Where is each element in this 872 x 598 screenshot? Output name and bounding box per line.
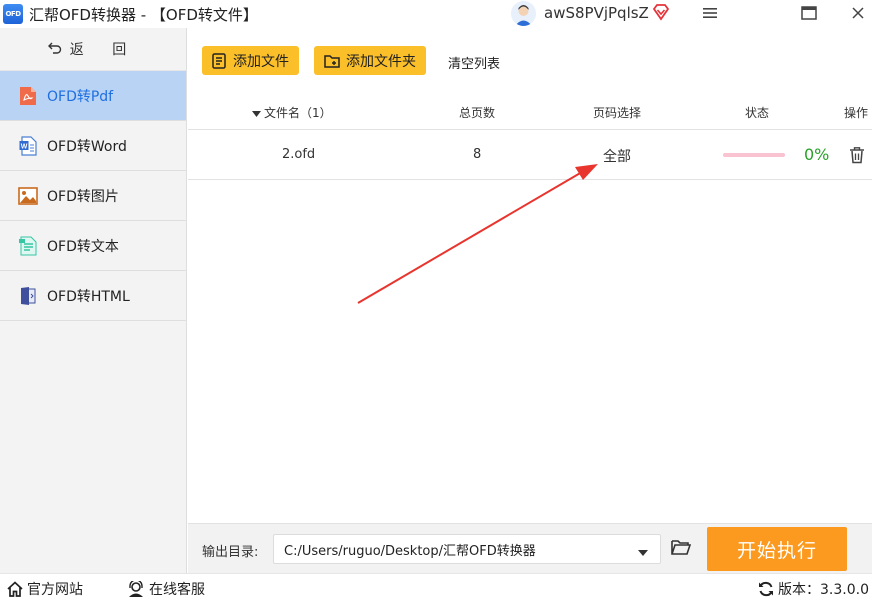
toolbar: 添加文件 添加文件夹 清空列表	[188, 28, 872, 94]
file-table: 文件名（1） 总页数 页码选择 状态 操作 2.ofd 8 全部 0%	[188, 94, 872, 180]
sidebar: 返 回 OFD转Pdf W OFD转Word OFD转图片 OFD转文本 OFD…	[0, 28, 187, 573]
text-icon	[18, 236, 38, 256]
output-directory-select[interactable]: C:/Users/ruguo/Desktop/汇帮OFD转换器	[273, 534, 661, 564]
add-folder-button[interactable]: 添加文件夹	[314, 46, 426, 75]
maximize-icon[interactable]	[797, 2, 821, 24]
version-check[interactable]: 版本：3.3.0.0	[758, 579, 869, 598]
official-website-link[interactable]: 官方网站	[7, 579, 83, 598]
file-name: 2.ofd	[282, 147, 316, 162]
add-file-button[interactable]: 添加文件	[202, 46, 299, 75]
html-icon	[18, 286, 38, 306]
add-file-label: 添加文件	[233, 53, 289, 70]
output-directory-label: 输出目录:	[202, 545, 259, 560]
add-folder-icon	[324, 53, 340, 69]
menu-icon[interactable]	[698, 2, 722, 24]
word-icon: W	[18, 135, 38, 156]
window-title: 汇帮OFD转换器 - 【OFD转文件】	[29, 5, 258, 24]
clear-list-button[interactable]: 清空列表	[448, 53, 500, 72]
progress-percent: 0%	[804, 145, 830, 164]
footer: 官方网站 在线客服 版本：3.3.0.0	[0, 573, 872, 598]
column-header-status: 状态	[745, 106, 770, 120]
add-file-icon	[212, 52, 227, 69]
column-header-name-label: 文件名（1）	[264, 106, 332, 120]
back-label: 返 回	[69, 42, 139, 58]
sidebar-item-ofd-to-word[interactable]: W OFD转Word	[0, 121, 186, 171]
sidebar-item-ofd-to-image[interactable]: OFD转图片	[0, 171, 186, 221]
user-avatar[interactable]	[511, 1, 536, 26]
dropdown-arrow-icon[interactable]	[638, 546, 648, 561]
table-header: 文件名（1） 总页数 页码选择 状态 操作	[188, 94, 872, 130]
svg-text:W: W	[21, 143, 28, 150]
home-icon	[7, 581, 23, 597]
sidebar-item-label: OFD转Word	[47, 138, 127, 155]
browse-folder-icon[interactable]	[671, 539, 692, 560]
image-icon	[18, 186, 38, 206]
official-website-label: 官方网站	[27, 582, 83, 598]
version-label: 版本：3.3.0.0	[778, 582, 869, 598]
start-button[interactable]: 开始执行	[707, 527, 847, 571]
vip-diamond-icon[interactable]	[652, 3, 670, 21]
column-header-pages: 总页数	[459, 106, 496, 120]
sort-down-icon[interactable]	[252, 106, 261, 120]
refresh-icon	[758, 581, 774, 597]
add-folder-label: 添加文件夹	[346, 53, 416, 70]
title-bar: OFD 汇帮OFD转换器 - 【OFD转文件】 awS8PVjPqlsZ	[0, 0, 872, 28]
delete-icon[interactable]	[849, 146, 865, 164]
username[interactable]: awS8PVjPqlsZ	[544, 4, 649, 22]
sidebar-item-label: OFD转Pdf	[47, 88, 114, 105]
output-bar: 输出目录: C:/Users/ruguo/Desktop/汇帮OFD转换器 开始…	[188, 523, 872, 573]
column-header-action: 操作	[844, 106, 869, 120]
output-directory-path: C:/Users/ruguo/Desktop/汇帮OFD转换器	[284, 543, 536, 559]
page-count: 8	[473, 147, 482, 162]
close-icon[interactable]	[846, 2, 870, 24]
customer-service-icon	[127, 581, 145, 597]
sidebar-item-label: OFD转文本	[47, 238, 119, 255]
sidebar-item-label: OFD转HTML	[47, 288, 130, 305]
sidebar-item-label: OFD转图片	[47, 188, 119, 205]
app-logo: OFD	[3, 4, 23, 24]
column-header-name[interactable]: 文件名（1）	[252, 104, 332, 121]
sidebar-item-ofd-to-pdf[interactable]: OFD转Pdf	[0, 71, 186, 121]
online-service-label: 在线客服	[149, 582, 205, 598]
back-arrow-icon	[47, 40, 62, 58]
sidebar-item-ofd-to-html[interactable]: OFD转HTML	[0, 271, 186, 321]
online-service-link[interactable]: 在线客服	[127, 579, 205, 598]
progress-bar	[723, 153, 785, 157]
back-button[interactable]: 返 回	[0, 28, 186, 71]
pdf-icon	[18, 86, 38, 106]
sidebar-item-ofd-to-text[interactable]: OFD转文本	[0, 221, 186, 271]
table-row[interactable]: 2.ofd 8 全部 0%	[188, 130, 872, 180]
page-range-select[interactable]: 全部	[603, 146, 631, 166]
column-header-page-range: 页码选择	[593, 106, 642, 120]
